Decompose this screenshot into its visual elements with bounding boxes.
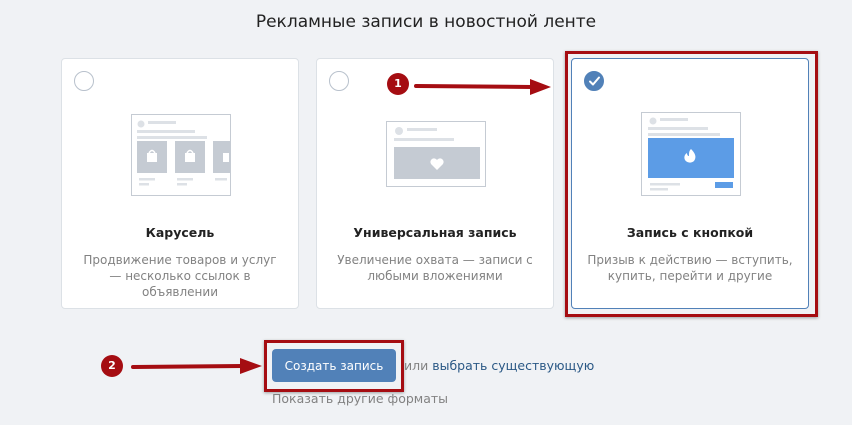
step-2-arrow-icon (131, 358, 262, 374)
